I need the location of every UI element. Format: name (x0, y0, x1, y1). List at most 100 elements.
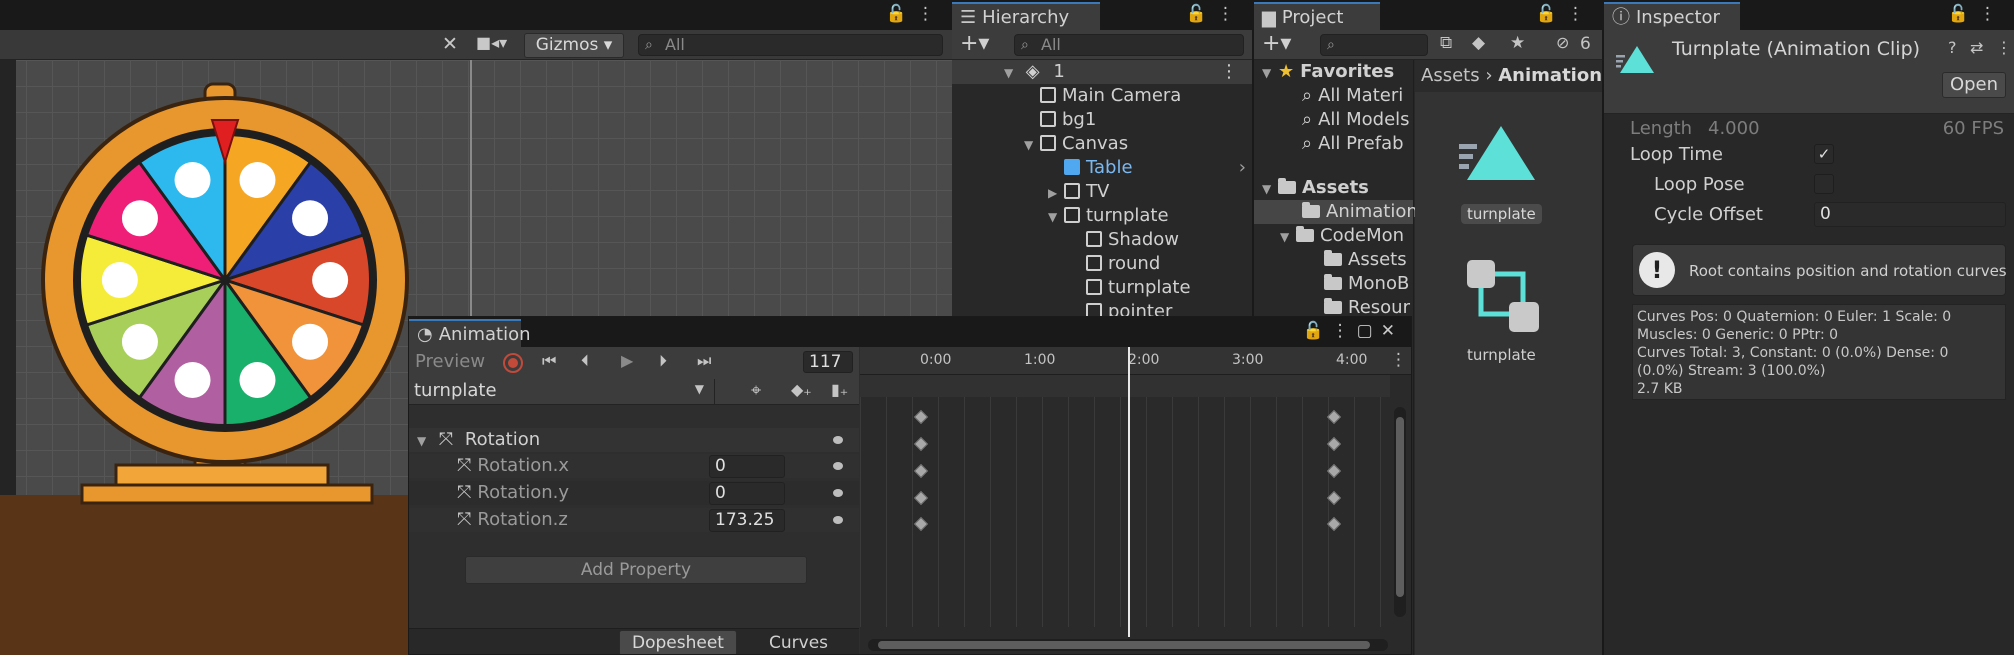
favorites-item[interactable]: ⌕ All Models (1254, 108, 1413, 132)
breadcrumb-root[interactable]: Assets (1421, 65, 1480, 86)
property-row-rotation-z[interactable]: ⤧ Rotation.z 173.25 (409, 508, 859, 532)
hierarchy-tab-tools[interactable]: 🔓⋮ (1186, 4, 1244, 24)
favorites-item[interactable]: ⌕ All Materi (1254, 84, 1413, 108)
camera-icon[interactable]: ■◂▾ (476, 33, 507, 52)
toggle-dot-icon[interactable] (833, 489, 843, 497)
tools-icon[interactable]: ✕ (442, 33, 458, 55)
label-icon[interactable]: ◆ (1472, 33, 1485, 53)
add-keyframe-icon[interactable]: ◆₊ (791, 380, 812, 399)
prev-keyframe-icon[interactable]: ⏴ (581, 351, 589, 371)
curves-button[interactable]: Curves (769, 633, 828, 653)
add-event-icon[interactable]: ▮₊ (831, 380, 848, 399)
hierarchy-item-shadow[interactable]: Shadow (952, 228, 1252, 252)
hierarchy-item-table[interactable]: Table › (952, 156, 1252, 180)
wheel-dot (239, 361, 276, 398)
assets-header[interactable]: ▼ Assets (1254, 176, 1413, 200)
loop-pose-checkbox[interactable] (1814, 174, 1834, 194)
expand-arrow-icon[interactable]: ▼ (1280, 225, 1296, 249)
property-value-field[interactable]: 173.25 (709, 509, 785, 532)
expand-arrow-icon[interactable]: ▼ (417, 429, 433, 453)
expand-arrow-icon[interactable]: ▼ (1004, 61, 1020, 85)
open-button[interactable]: Open (1942, 72, 2006, 98)
tab-hierarchy[interactable]: ☰ Hierarchy (952, 2, 1100, 30)
timeline-area[interactable]: 0:00 1:00 2:00 3:00 4:00 ⋮ (860, 347, 1411, 654)
tree-item-animation[interactable]: Animation (1254, 200, 1418, 224)
hierarchy-search-input[interactable]: ⌕ All (1014, 34, 1244, 56)
event-row[interactable] (860, 375, 1390, 397)
clip-selector[interactable]: turnplate ▼ (409, 379, 715, 405)
scene-menu-icon[interactable]: ⋮ (1220, 60, 1238, 84)
toggle-dot-icon[interactable] (833, 462, 843, 470)
component-menu-icon[interactable]: ⋮ (1996, 38, 2012, 57)
expand-arrow-icon[interactable]: ▼ (1262, 177, 1278, 201)
cycle-offset-field[interactable]: 0 (1814, 202, 2006, 227)
animation-clip-icon[interactable] (1459, 122, 1539, 186)
add-icon[interactable]: +▾ (1262, 31, 1291, 56)
tab-inspector[interactable]: ⓘ Inspector (1604, 2, 1740, 30)
search-icon: ⌕ (1327, 37, 1335, 53)
favorites-header[interactable]: ▼ ★ Favorites (1254, 60, 1413, 84)
add-property-button[interactable]: Add Property (465, 556, 807, 584)
hierarchy-item-bg1[interactable]: bg1 (952, 108, 1252, 132)
first-keyframe-icon[interactable]: ⏮ (542, 351, 556, 371)
scene-search-input[interactable]: ⌕ All (638, 34, 943, 56)
next-keyframe-icon[interactable]: ⏵ (659, 351, 667, 371)
expand-arrow-icon[interactable]: ▼ (1048, 205, 1064, 229)
tab-project[interactable]: ▆ Project (1254, 2, 1380, 30)
hierarchy-item-turnplate-child[interactable]: turnplate (952, 276, 1252, 300)
transform-icon: ⤧ (457, 509, 472, 530)
gizmos-button[interactable]: Gizmos ▾ (524, 33, 624, 58)
expand-arrow-icon[interactable]: ▶ (1048, 181, 1064, 205)
property-group-rotation[interactable]: ▼ ⤧ Rotation (409, 428, 859, 452)
hidden-eye-icon[interactable]: ⊘ (1556, 33, 1569, 52)
play-icon[interactable]: ▶ (621, 351, 633, 370)
last-keyframe-icon[interactable]: ⏭ (697, 351, 711, 371)
hierarchy-item-turnplate[interactable]: ▼ turnplate (952, 204, 1252, 228)
animator-controller-icon[interactable] (1465, 258, 1541, 334)
time-ruler[interactable]: 0:00 1:00 2:00 3:00 4:00 ⋮ (860, 347, 1411, 375)
chevron-right-icon[interactable]: › (1239, 156, 1246, 180)
dopesheet-button[interactable]: Dopesheet (619, 630, 737, 654)
preview-toggle[interactable]: Preview (415, 351, 485, 372)
add-icon[interactable]: +▾ (960, 31, 989, 56)
timeline-menu-icon[interactable]: ⋮ (1390, 350, 1407, 370)
expand-arrow-icon[interactable]: ▼ (1262, 61, 1278, 85)
vertical-scrollbar[interactable] (1394, 407, 1406, 617)
property-row-rotation-y[interactable]: ⤧ Rotation.y 0 (409, 481, 859, 505)
tab-animation[interactable]: ◔ Animation (409, 319, 531, 347)
frame-field[interactable]: 117 (803, 351, 853, 373)
expand-arrow-icon[interactable]: ▼ (1024, 133, 1040, 157)
toggle-dot-icon[interactable] (833, 516, 843, 524)
property-row-rotation-x[interactable]: ⤧ Rotation.x 0 (409, 454, 859, 478)
tree-item-assets[interactable]: Assets (1254, 248, 1413, 272)
scene-tab-tools[interactable]: 🔓⋮ (886, 4, 944, 24)
property-value-field[interactable]: 0 (709, 482, 785, 505)
scene-root-row[interactable]: ▼ ◈ 1 ⋮ (952, 60, 1252, 84)
hierarchy-item-tv[interactable]: ▶ TV (952, 180, 1252, 204)
tree-item-codemon[interactable]: ▼ CodeMon (1254, 224, 1413, 248)
breadcrumb-current[interactable]: Animations (1498, 65, 1602, 86)
preset-icon[interactable]: ⇄ (1970, 38, 1983, 57)
project-search-input[interactable]: ⌕ (1320, 34, 1428, 56)
file-label[interactable]: turnplate (1467, 346, 1536, 364)
help-icon[interactable]: ? (1948, 38, 1957, 57)
filter-type-icon[interactable]: ⧉ (1440, 33, 1452, 53)
horizontal-scrollbar[interactable] (868, 639, 1388, 651)
hierarchy-item-main-camera[interactable]: Main Camera (952, 84, 1252, 108)
animation-window-controls[interactable]: 🔓⋮▢✕ (1303, 321, 1403, 341)
filter-selection-icon[interactable]: ⌖ (751, 380, 761, 401)
file-label-selected[interactable]: turnplate (1461, 204, 1542, 224)
gameobject-icon (1086, 279, 1102, 295)
record-button[interactable] (503, 353, 523, 373)
property-value-field[interactable]: 0 (709, 455, 785, 478)
inspector-tab-tools[interactable]: 🔓⋮ (1948, 4, 2006, 24)
tree-item-monob[interactable]: MonoB (1254, 272, 1413, 296)
hierarchy-item-round[interactable]: round (952, 252, 1252, 276)
playhead[interactable] (1128, 347, 1130, 637)
favorites-item[interactable]: ⌕ All Prefab (1254, 132, 1413, 156)
loop-time-checkbox[interactable]: ✓ (1814, 144, 1834, 164)
star-icon[interactable]: ★ (1510, 33, 1525, 53)
hierarchy-item-canvas[interactable]: ▼ Canvas (952, 132, 1252, 156)
project-tab-tools[interactable]: 🔓⋮ (1536, 4, 1594, 24)
toggle-dot-icon[interactable] (833, 436, 843, 444)
